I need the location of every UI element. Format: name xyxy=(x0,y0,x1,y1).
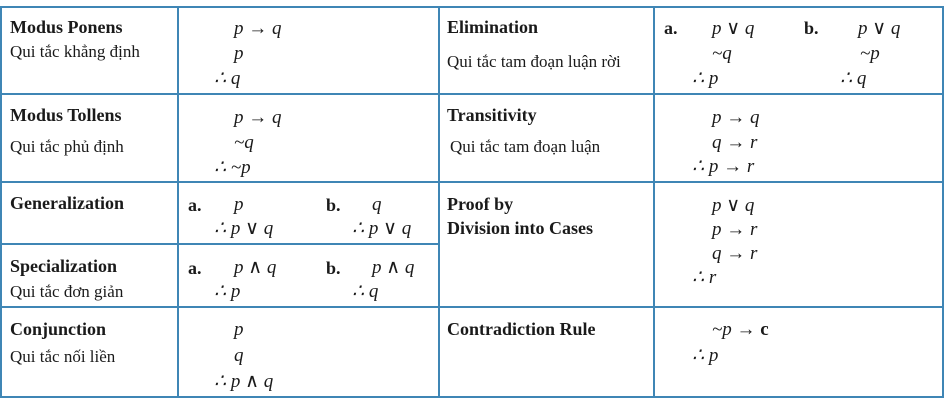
generalization-a-label: a. xyxy=(188,195,202,215)
modus-tollens-conclusion: ∴ ~p xyxy=(214,157,251,178)
generalization-b-label: b. xyxy=(326,195,341,215)
contradiction-rule-conclusion: ∴ p xyxy=(692,345,719,366)
specialization-b-label: b. xyxy=(326,258,341,278)
modus-tollens-name: Modus Tollens xyxy=(10,105,122,125)
elimination-vietnamese: Qui tắc tam đoạn luận rời xyxy=(447,52,621,71)
transitivity-vietnamese: Qui tắc tam đoạn luận xyxy=(450,137,601,156)
table-border xyxy=(0,93,944,95)
elimination-a-conclusion: ∴ p xyxy=(692,68,719,89)
modus-tollens-vietnamese: Qui tắc phủ định xyxy=(10,137,124,156)
generalization-a-conclusion: ∴ p ∨ q xyxy=(214,218,274,239)
conjunction-conclusion: ∴ p ∧ q xyxy=(214,371,274,392)
proof-by-cases-name-line-2: Division into Cases xyxy=(447,218,594,238)
specialization-b-conclusion: ∴ q xyxy=(352,281,379,302)
table-border xyxy=(0,243,440,245)
generalization-a-premise: p xyxy=(234,194,244,215)
elimination-b-premise-2: ~p xyxy=(860,43,880,64)
modus-ponens-name: Modus Ponens xyxy=(10,17,123,37)
elimination-b-premise-1: p ∨ q xyxy=(858,18,901,39)
table-border xyxy=(942,6,944,398)
elimination-b-conclusion: ∴ q xyxy=(840,68,867,89)
proof-by-cases-premise-3: q → r xyxy=(712,243,758,264)
table-border xyxy=(0,396,944,398)
modus-ponens-premise-1: p → q xyxy=(234,18,282,39)
elimination-b-label: b. xyxy=(804,18,819,38)
contradiction-rule-premise: ~p → c xyxy=(712,318,769,342)
elimination-a-label: a. xyxy=(664,18,678,38)
specialization-a-premise: p ∧ q xyxy=(234,257,277,278)
generalization-b-conclusion: ∴ p ∨ q xyxy=(352,218,412,239)
contradiction-rule-premise-text: ~p → xyxy=(712,319,761,340)
generalization-b-premise: q xyxy=(372,194,382,215)
specialization-vietnamese: Qui tắc đơn giản xyxy=(10,282,124,301)
conjunction-premise-1: p xyxy=(234,319,244,340)
specialization-name: Specialization xyxy=(10,256,117,276)
conjunction-premise-2: q xyxy=(234,345,244,366)
modus-tollens-premise-1: p → q xyxy=(234,107,282,128)
table-border xyxy=(177,6,179,398)
table-border xyxy=(0,181,944,183)
conjunction-vietnamese: Qui tắc nối liền xyxy=(10,347,116,366)
modus-ponens-conclusion: ∴ q xyxy=(214,68,241,89)
proof-by-cases-premise-1: p ∨ q xyxy=(712,195,755,216)
proof-by-cases-premise-2: p → r xyxy=(712,219,758,240)
elimination-name: Elimination xyxy=(447,17,539,37)
specialization-a-label: a. xyxy=(188,258,202,278)
table-border xyxy=(653,6,655,398)
transitivity-premise-1: p → q xyxy=(712,107,760,128)
generalization-name: Generalization xyxy=(10,193,124,213)
transitivity-conclusion: ∴ p → r xyxy=(692,156,755,177)
transitivity-name: Transitivity xyxy=(447,105,537,125)
transitivity-premise-2: q → r xyxy=(712,132,758,153)
table-border xyxy=(0,306,944,308)
contradiction-symbol: c xyxy=(760,319,769,340)
modus-ponens-premise-2: p xyxy=(234,43,244,64)
elimination-a-premise-2: ~q xyxy=(712,43,732,64)
table-border xyxy=(438,6,440,398)
elimination-a-premise-1: p ∨ q xyxy=(712,18,755,39)
modus-tollens-premise-2: ~q xyxy=(234,132,254,153)
contradiction-rule-name: Contradiction Rule xyxy=(447,319,596,339)
modus-ponens-vietnamese: Qui tắc khẳng định xyxy=(10,42,140,61)
proof-by-cases-conclusion: ∴ r xyxy=(692,267,717,288)
proof-by-cases-name-line-1: Proof by xyxy=(447,194,514,214)
specialization-a-conclusion: ∴ p xyxy=(214,281,241,302)
table-border xyxy=(0,6,2,398)
table-border xyxy=(0,6,944,8)
specialization-b-premise: p ∧ q xyxy=(372,257,415,278)
rules-of-inference-table: Modus Ponens Qui tắc khẳng định p → q p … xyxy=(0,0,946,403)
conjunction-name: Conjunction xyxy=(10,319,107,339)
